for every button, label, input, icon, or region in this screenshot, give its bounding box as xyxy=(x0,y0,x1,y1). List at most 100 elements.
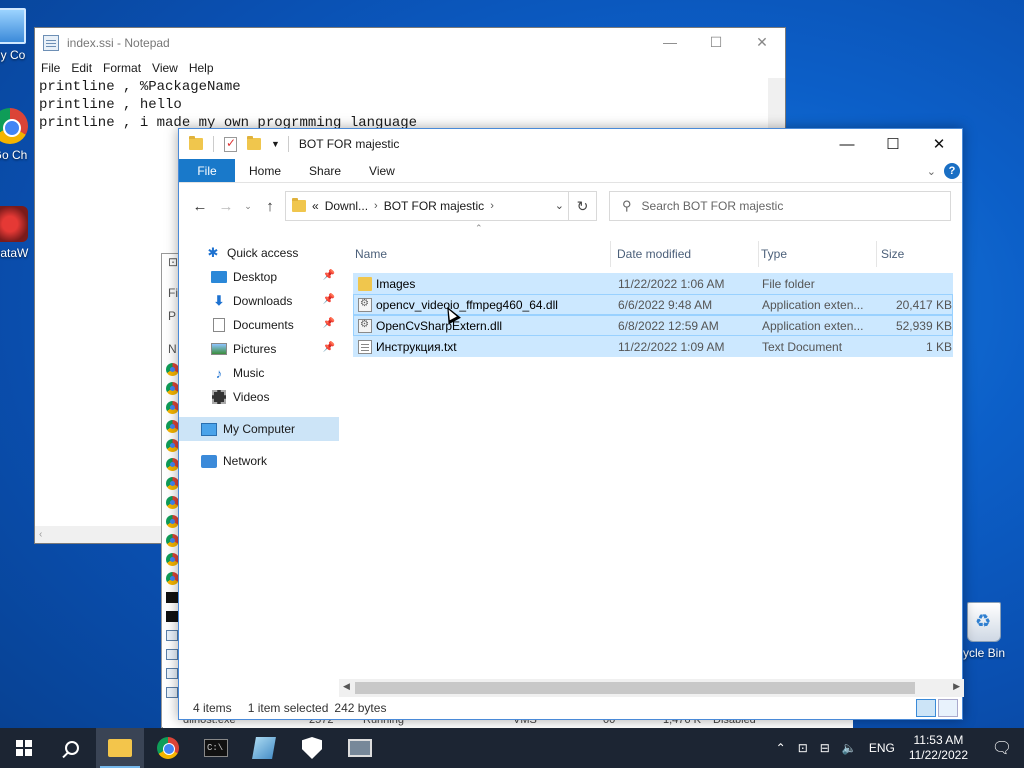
status-bar: 4 items 1 item selected 242 bytes xyxy=(179,697,962,719)
breadcrumb-current[interactable]: BOT FOR majestic xyxy=(384,199,484,213)
search-input[interactable]: ⚲ Search BOT FOR majestic xyxy=(609,191,951,221)
scroll-left-icon[interactable]: ◀ xyxy=(343,681,350,692)
taskbar-security[interactable] xyxy=(288,728,336,768)
new-folder-icon[interactable] xyxy=(247,136,261,150)
refresh-icon[interactable]: ↻ xyxy=(568,192,596,220)
sidebar-item-videos[interactable]: Videos xyxy=(179,385,339,409)
customize-quick-access-icon[interactable]: ▼ xyxy=(271,139,280,149)
tab-file[interactable]: File xyxy=(179,159,235,182)
file-row[interactable]: Images 11/22/2022 1:06 AM File folder xyxy=(353,273,953,294)
breadcrumb-overflow[interactable]: « xyxy=(312,199,319,213)
chevron-right-icon[interactable]: › xyxy=(374,200,378,212)
column-header-name[interactable]: Name xyxy=(353,241,611,267)
breadcrumb-downloads[interactable]: Downl... xyxy=(325,199,368,213)
text-line: printline , hello xyxy=(39,97,182,113)
chrome-icon xyxy=(157,737,179,759)
file-row[interactable]: Инструкция.txt 11/22/2022 1:09 AM Text D… xyxy=(353,336,953,357)
help-icon[interactable]: ? xyxy=(944,163,960,179)
window-icon xyxy=(166,649,178,660)
details-view-icon[interactable] xyxy=(916,699,936,717)
selection-size: 242 bytes xyxy=(334,701,387,715)
scrollbar-thumb[interactable] xyxy=(355,682,915,694)
taskbar-chrome[interactable] xyxy=(144,728,192,768)
file-explorer-window[interactable]: ▼ BOT FOR majestic — ☐ ✕ File Home Share… xyxy=(178,128,964,720)
taskbar-command-prompt[interactable]: C:\ xyxy=(192,728,240,768)
file-row[interactable]: OpenCvSharpExtern.dll 6/8/2022 12:59 AM … xyxy=(353,315,953,336)
column-header-size[interactable]: Size xyxy=(879,241,953,267)
window-icon xyxy=(166,630,178,641)
task-manager-icon xyxy=(348,739,372,757)
sidebar-item-label: Videos xyxy=(233,390,270,404)
taskbar-notepad[interactable] xyxy=(240,728,288,768)
pin-icon: 📌 xyxy=(322,318,335,329)
sidebar-item-network[interactable]: Network xyxy=(179,449,339,473)
navigation-pane: ✱ Quick access Desktop 📌 ⬇ Downloads 📌 D… xyxy=(179,241,339,681)
taskbar-task-manager[interactable] xyxy=(336,728,384,768)
sort-ascending-icon: ⌃ xyxy=(475,223,483,233)
horizontal-scrollbar[interactable]: ◀ ▶ xyxy=(339,679,964,697)
network-icon xyxy=(201,454,217,468)
notifications-icon[interactable]: 🗨 xyxy=(980,728,1024,768)
sidebar-item-my-computer[interactable]: My Computer xyxy=(179,417,339,441)
folder-icon xyxy=(358,277,372,291)
menu-file[interactable]: File xyxy=(37,61,67,75)
explorer-title: BOT FOR majestic xyxy=(298,137,400,151)
sidebar-item-downloads[interactable]: ⬇ Downloads 📌 xyxy=(179,289,339,313)
notepad-title: index.ssi - Notepad xyxy=(67,36,170,50)
tab-view[interactable]: View xyxy=(355,159,409,182)
back-arrow-icon[interactable]: ← xyxy=(189,198,211,215)
chevron-down-icon[interactable]: ⌄ xyxy=(555,199,564,212)
expand-ribbon-icon[interactable]: ⌄ xyxy=(927,165,936,178)
maximize-button[interactable]: ☐ xyxy=(693,28,739,56)
minimize-button[interactable]: — xyxy=(647,28,693,56)
chevron-right-icon[interactable]: › xyxy=(490,200,494,212)
text-file-icon xyxy=(358,340,372,354)
display-tray-icon[interactable]: ⊟ xyxy=(820,741,830,755)
sidebar-item-label: Music xyxy=(233,366,265,380)
menu-format[interactable]: Format xyxy=(99,61,148,75)
tab-share[interactable]: Share xyxy=(295,159,355,182)
clock-date: 11/22/2022 xyxy=(908,748,968,762)
clock[interactable]: 11:53 AM 11/22/2022 xyxy=(909,733,968,763)
minimize-button[interactable]: — xyxy=(824,129,870,159)
column-header-date[interactable]: Date modified xyxy=(615,241,759,267)
sidebar-item-documents[interactable]: Documents 📌 xyxy=(179,313,339,337)
sidebar-item-desktop[interactable]: Desktop 📌 xyxy=(179,265,339,289)
sidebar-item-pictures[interactable]: Pictures 📌 xyxy=(179,337,339,361)
sidebar-item-music[interactable]: ♪ Music xyxy=(179,361,339,385)
large-icons-view-icon[interactable] xyxy=(938,699,958,717)
sidebar-item-label: Network xyxy=(223,454,268,468)
close-button[interactable]: ✕ xyxy=(916,129,962,159)
column-header-type[interactable]: Type xyxy=(759,241,877,267)
volume-icon[interactable]: 🔈 xyxy=(842,741,857,755)
taskbar-search-button[interactable] xyxy=(48,728,96,768)
forward-arrow-icon[interactable]: → xyxy=(215,198,237,215)
address-bar[interactable]: « Downl... › BOT FOR majestic › ⌄ ↻ xyxy=(285,191,597,221)
recent-locations-icon[interactable]: ⌄ xyxy=(241,201,255,212)
network-tray-icon[interactable]: ⊡ xyxy=(798,741,808,755)
tm-fragment: P xyxy=(168,309,177,323)
tm-fragment: N xyxy=(168,342,177,356)
chevron-up-icon[interactable]: ⌃ xyxy=(776,741,786,755)
start-button[interactable] xyxy=(0,728,48,768)
sidebar-item-label: Pictures xyxy=(233,342,277,356)
explorer-titlebar[interactable]: ▼ BOT FOR majestic — ☐ ✕ xyxy=(179,129,962,159)
file-size xyxy=(878,274,952,295)
scroll-right-icon[interactable]: ▶ xyxy=(953,681,960,692)
up-arrow-icon[interactable]: ↑ xyxy=(259,198,281,215)
sidebar-item-quick-access[interactable]: ✱ Quick access xyxy=(179,241,339,265)
properties-icon[interactable] xyxy=(224,136,237,152)
notepad-text-area[interactable]: printline , %PackageName printline , hell… xyxy=(35,78,785,132)
close-button[interactable]: ✕ xyxy=(739,28,785,56)
menu-help[interactable]: Help xyxy=(185,61,221,75)
menu-edit[interactable]: Edit xyxy=(67,61,99,75)
pin-icon: 📌 xyxy=(322,294,335,305)
menu-view[interactable]: View xyxy=(148,61,185,75)
tm-fragment: ⊡ xyxy=(168,255,179,269)
maximize-button[interactable]: ☐ xyxy=(870,129,916,159)
tab-home[interactable]: Home xyxy=(235,159,295,182)
dll-icon xyxy=(358,298,372,312)
language-indicator[interactable]: ENG xyxy=(869,741,895,755)
file-name: OpenCvSharpExtern.dll xyxy=(376,319,503,333)
taskbar-file-explorer[interactable] xyxy=(96,728,144,768)
